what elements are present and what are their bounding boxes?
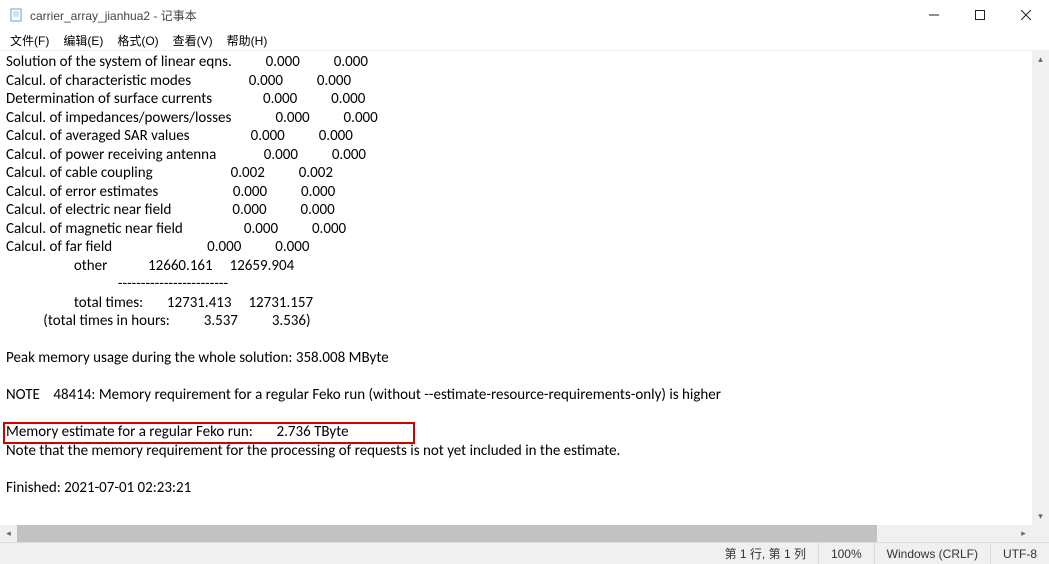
hscroll-track[interactable] bbox=[17, 525, 1015, 542]
scroll-corner bbox=[1032, 525, 1049, 542]
menu-help[interactable]: 帮助(H) bbox=[221, 31, 274, 50]
scroll-left-icon[interactable]: ◂ bbox=[0, 525, 17, 542]
close-button[interactable] bbox=[1003, 0, 1049, 30]
menu-view[interactable]: 查看(V) bbox=[167, 31, 219, 50]
editor-area: Solution of the system of linear eqns. 0… bbox=[0, 50, 1049, 542]
menu-format[interactable]: 格式(O) bbox=[111, 31, 164, 50]
minimize-button[interactable] bbox=[911, 0, 957, 30]
hscroll-thumb[interactable] bbox=[17, 525, 877, 542]
statusbar: 第 1 行, 第 1 列 100% Windows (CRLF) UTF-8 bbox=[0, 542, 1049, 564]
menubar: 文件(F) 编辑(E) 格式(O) 查看(V) 帮助(H) bbox=[0, 30, 1049, 50]
vertical-scrollbar[interactable]: ▴ ▾ bbox=[1032, 51, 1049, 525]
text-content[interactable]: Solution of the system of linear eqns. 0… bbox=[0, 51, 1049, 542]
scroll-down-icon[interactable]: ▾ bbox=[1032, 508, 1049, 525]
status-zoom: 100% bbox=[818, 543, 874, 564]
status-position: 第 1 行, 第 1 列 bbox=[713, 543, 818, 564]
menu-file[interactable]: 文件(F) bbox=[4, 31, 55, 50]
status-encoding: UTF-8 bbox=[990, 543, 1049, 564]
vscroll-track[interactable] bbox=[1032, 68, 1049, 508]
scroll-right-icon[interactable]: ▸ bbox=[1015, 525, 1032, 542]
titlebar: carrier_array_jianhua2 - 记事本 bbox=[0, 0, 1049, 30]
window-controls bbox=[911, 0, 1049, 30]
status-eol: Windows (CRLF) bbox=[874, 543, 990, 564]
notepad-icon bbox=[8, 7, 24, 23]
maximize-button[interactable] bbox=[957, 0, 1003, 30]
menu-edit[interactable]: 编辑(E) bbox=[57, 31, 109, 50]
scroll-up-icon[interactable]: ▴ bbox=[1032, 51, 1049, 68]
horizontal-scrollbar[interactable]: ◂ ▸ bbox=[0, 525, 1032, 542]
window-title: carrier_array_jianhua2 - 记事本 bbox=[30, 7, 911, 24]
